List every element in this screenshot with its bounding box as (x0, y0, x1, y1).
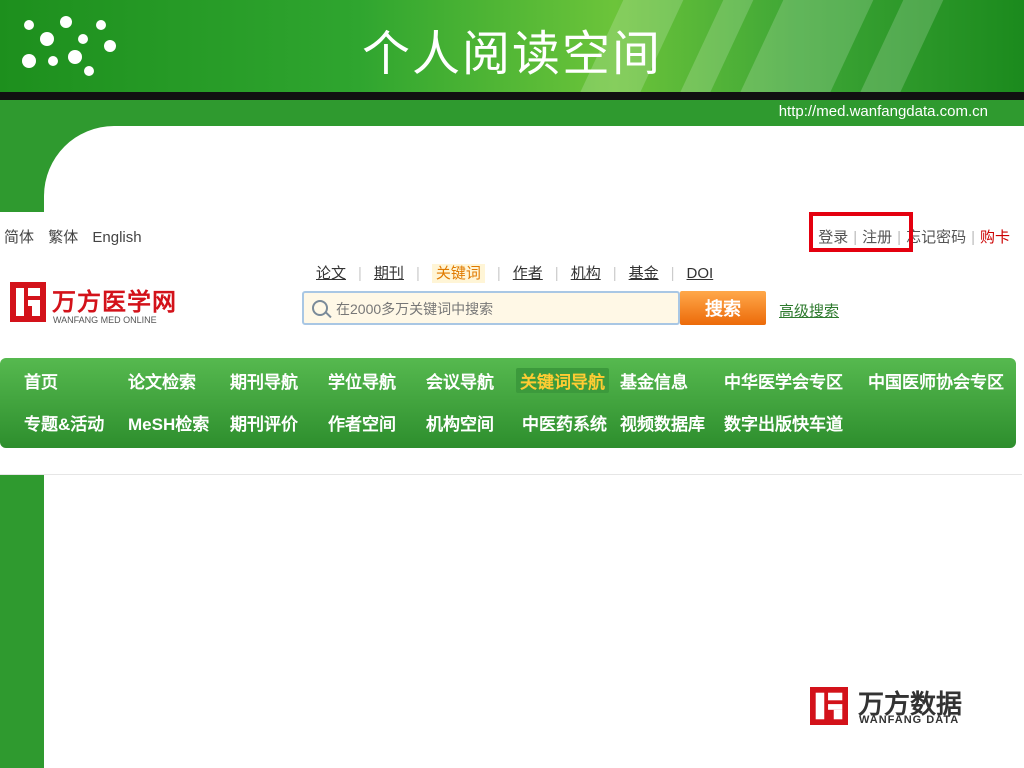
search-tabs: 论文 | 期刊 | 关键词 | 作者 | 机构 | 基金 | DOI (316, 264, 714, 283)
lang-simplified-link[interactable]: 简体 (4, 229, 34, 246)
forgot-password-link[interactable]: 忘记密码 (906, 229, 966, 246)
tab-keyword[interactable]: 关键词 (431, 264, 485, 283)
nav-item[interactable]: 中国医师协会专区 (868, 368, 1004, 393)
advanced-search-link[interactable]: 高级搜索 (779, 300, 839, 321)
search-input[interactable] (334, 295, 678, 323)
nav-item[interactable]: 论文检索 (128, 368, 196, 393)
nav-item[interactable]: 中华医学会专区 (724, 368, 843, 393)
search-button[interactable]: 搜索 (680, 291, 766, 325)
logo-name: 万方医学网 (52, 289, 177, 316)
nav-item[interactable]: 机构空间 (426, 410, 494, 435)
search-box (302, 291, 680, 325)
nav-item[interactable]: 中医药系统 (522, 410, 607, 435)
nav-item-active[interactable]: 关键词导航 (516, 368, 609, 393)
highlight-box (809, 212, 913, 252)
nav-item[interactable]: 会议导航 (426, 368, 494, 393)
nav-row-2: 专题&活动 MeSH检索 期刊评价 作者空间 机构空间 中医药系统 视频数据库 … (0, 404, 1016, 444)
slide-title-bar: 个人阅读空间 (0, 0, 1024, 92)
lang-traditional-link[interactable]: 繁体 (48, 229, 78, 246)
language-switcher: 简体 繁体 English (4, 226, 152, 247)
tab-author[interactable]: 作者 (513, 265, 543, 282)
footer-logo: 万方数据 WANFANG DATA (808, 684, 988, 728)
tab-journal[interactable]: 期刊 (374, 265, 404, 282)
nav-item[interactable]: 数字出版快车道 (724, 410, 843, 435)
tab-doi[interactable]: DOI (687, 265, 714, 282)
wanfang-data-logo-icon (810, 687, 848, 725)
tab-paper[interactable]: 论文 (316, 265, 346, 282)
footer-logo-subtitle: WANFANG DATA (859, 714, 960, 726)
buy-card-link[interactable]: 购卡 (980, 229, 1010, 246)
slide-url: http://med.wanfangdata.com.cn (778, 103, 988, 120)
divider (0, 92, 1024, 100)
nav-item[interactable]: 学位导航 (328, 368, 396, 393)
nav-item[interactable]: 期刊导航 (230, 368, 298, 393)
logo-subtitle: WANFANG MED ONLINE (53, 315, 157, 325)
wanfang-logo-icon (10, 282, 46, 322)
nav-item[interactable]: 基金信息 (620, 368, 688, 393)
main-nav: 首页 论文检索 期刊导航 学位导航 会议导航 关键词导航 基金信息 中华医学会专… (0, 358, 1016, 448)
search-icon (312, 300, 328, 316)
corner-curve (44, 126, 114, 196)
nav-row-1: 首页 论文检索 期刊导航 学位导航 会议导航 关键词导航 基金信息 中华医学会专… (0, 362, 1016, 402)
nav-item[interactable]: 期刊评价 (230, 410, 298, 435)
tab-institution[interactable]: 机构 (571, 265, 601, 282)
nav-item[interactable]: 视频数据库 (620, 410, 705, 435)
tab-fund[interactable]: 基金 (629, 265, 659, 282)
lang-english-link[interactable]: English (92, 229, 141, 246)
slide-title: 个人阅读空间 (361, 26, 662, 82)
nav-item[interactable]: 作者空间 (328, 410, 396, 435)
nav-item[interactable]: MeSH检索 (128, 410, 209, 435)
nav-item[interactable]: 首页 (24, 368, 58, 393)
nav-item[interactable]: 专题&活动 (24, 410, 104, 435)
